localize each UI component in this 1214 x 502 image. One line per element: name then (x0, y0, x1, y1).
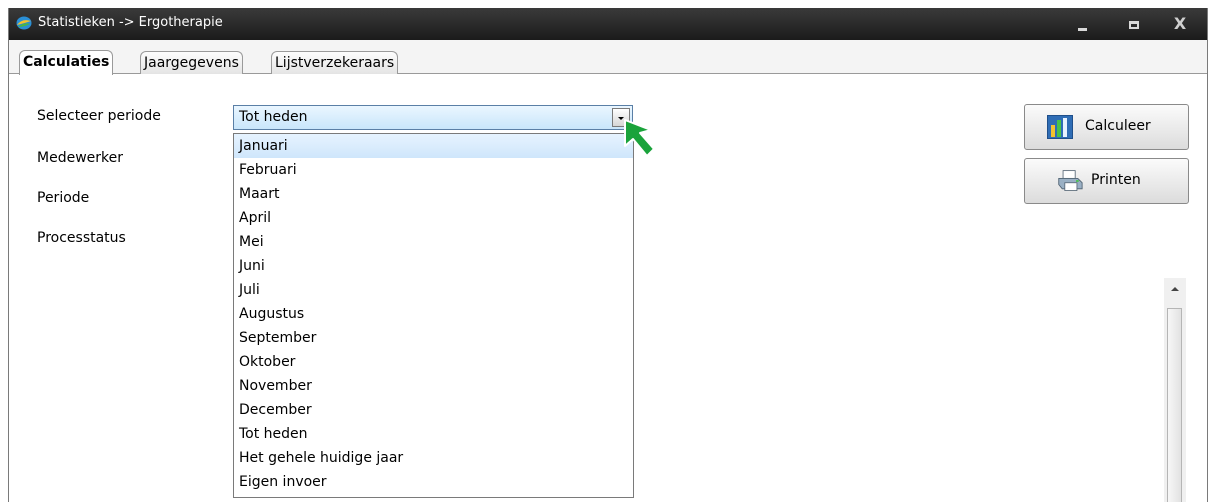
dropdown-option-juni[interactable]: Juni (234, 254, 633, 278)
print-button-label: Printen (1091, 172, 1141, 188)
print-button[interactable]: Printen (1024, 158, 1189, 204)
tab-jaargegevens[interactable]: Jaargegevens (140, 51, 243, 74)
dropdown-option-eigen-invoer[interactable]: Eigen invoer (234, 470, 633, 494)
tab-strip: Calculaties Jaargegevens Lijstverzekeraa… (9, 40, 1207, 75)
statistics-window: Statistieken -> Ergotherapie X Calculati… (8, 8, 1208, 502)
green-arrow-cursor-icon (624, 119, 655, 157)
scroll-up-button[interactable] (1164, 278, 1186, 300)
dropdown-option-mei[interactable]: Mei (234, 230, 633, 254)
dropdown-option-december[interactable]: December (234, 398, 633, 422)
vertical-scrollbar[interactable] (1164, 278, 1186, 502)
tab-lijstverzekeraars[interactable]: Lijstverzekeraars (271, 51, 399, 74)
period-label: Periode (37, 190, 90, 206)
maximize-button[interactable] (1121, 13, 1147, 35)
tab-calculaties[interactable]: Calculaties (19, 50, 114, 75)
chevron-up-icon (1171, 287, 1179, 291)
dropdown-option-februari[interactable]: Februari (234, 158, 633, 182)
calculate-button-label: Calculeer (1085, 118, 1151, 134)
select-period-label: Selecteer periode (37, 108, 161, 124)
close-icon: X (1173, 14, 1187, 33)
dropdown-option-november[interactable]: November (234, 374, 633, 398)
dropdown-option-september[interactable]: September (234, 326, 633, 350)
dropdown-option-juli[interactable]: Juli (234, 278, 633, 302)
minimize-icon (1078, 28, 1087, 31)
title-bar[interactable]: Statistieken -> Ergotherapie X (9, 8, 1207, 40)
dropdown-option-augustus[interactable]: Augustus (234, 302, 633, 326)
dropdown-option-januari[interactable]: Januari (234, 134, 633, 158)
period-dropdown-list: Januari Februari Maart April Mei Juni Ju… (233, 133, 634, 498)
bar-chart-icon (1047, 115, 1073, 139)
app-logo-icon (16, 16, 32, 30)
dropdown-option-tot-heden[interactable]: Tot heden (234, 422, 633, 446)
dropdown-option-gehele-jaar[interactable]: Het gehele huidige jaar (234, 446, 633, 470)
minimize-button[interactable] (1069, 13, 1095, 35)
period-select[interactable]: Tot heden (233, 105, 633, 130)
period-select-value: Tot heden (239, 109, 308, 125)
printer-icon (1058, 170, 1083, 191)
close-button[interactable]: X (1167, 13, 1193, 35)
window-title: Statistieken -> Ergotherapie (38, 15, 223, 30)
maximize-icon (1129, 21, 1139, 29)
dropdown-option-maart[interactable]: Maart (234, 182, 633, 206)
dropdown-option-april[interactable]: April (234, 206, 633, 230)
process-status-label: Processtatus (37, 230, 126, 246)
scroll-thumb[interactable] (1167, 308, 1182, 502)
dropdown-option-oktober[interactable]: Oktober (234, 350, 633, 374)
calculate-button[interactable]: Calculeer (1024, 104, 1189, 150)
employee-label: Medewerker (37, 150, 123, 166)
